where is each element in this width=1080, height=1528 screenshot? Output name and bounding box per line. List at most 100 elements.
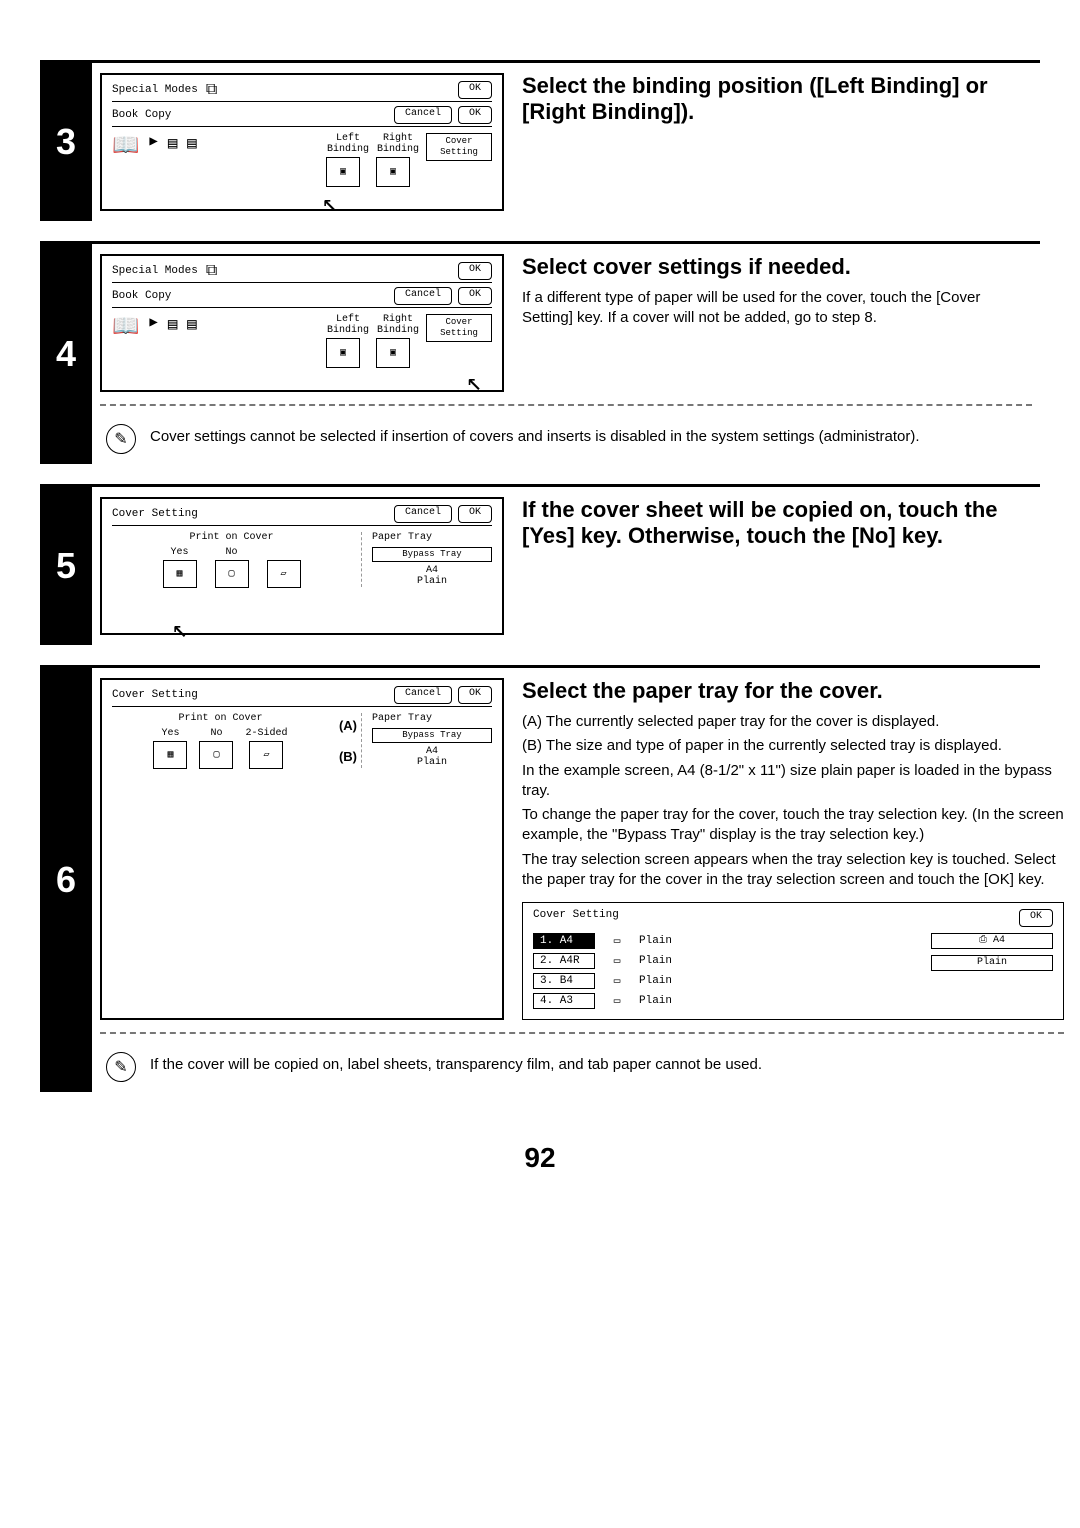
step-text: If a different type of paper will be use… <box>522 288 1032 329</box>
tray-icon: ▭ <box>609 994 625 1008</box>
arrow-icon: ▶ <box>145 314 161 331</box>
step-heading: Select the paper tray for the cover. <box>522 678 1064 704</box>
cursor-icon: ↖ <box>172 614 188 645</box>
bypass-tray-button[interactable]: Bypass Tray <box>372 547 492 562</box>
step-number: 3 <box>40 63 92 221</box>
tray-type: Plain <box>639 955 672 967</box>
paper-tray-label: Paper Tray <box>372 532 492 543</box>
sub-title: Book Copy <box>112 290 171 302</box>
ok-button[interactable]: OK <box>1019 909 1053 927</box>
plain-label: Plain <box>372 576 492 587</box>
screen-title: Cover Setting <box>112 689 198 701</box>
tray-icon: ▭ <box>609 974 625 988</box>
touchscreen-mock: Special Modes ⧉ OK Book Copy Cancel OK <box>100 73 504 211</box>
yes-button[interactable]: ▦ <box>163 560 197 588</box>
no-button[interactable]: ▢ <box>199 741 233 769</box>
cover-setting-button[interactable]: Cover Setting <box>426 133 492 161</box>
tray-icon: ▭ <box>609 934 625 948</box>
step-heading: Select cover settings if needed. <box>522 254 1032 280</box>
print-on-cover-label: Print on Cover <box>112 532 351 543</box>
no-label: No <box>199 728 233 739</box>
left-binding-button[interactable]: ▣ <box>326 157 360 187</box>
cursor-icon: ↖ <box>322 188 338 219</box>
tray-selection-screen: Cover Setting OK 1. A4 ▭ Plain <box>522 902 1064 1020</box>
modes-icon: ⧉ <box>206 81 217 99</box>
ok-button[interactable]: OK <box>458 262 492 280</box>
yes-label: Yes <box>153 728 187 739</box>
note-text: If the cover will be copied on, label sh… <box>150 1052 762 1073</box>
tray-row[interactable]: 2. A4R ▭ Plain <box>533 953 911 969</box>
annotation-a: (A) <box>339 718 357 733</box>
step-3: 3 Special Modes ⧉ OK Book Copy <box>40 60 1040 221</box>
cursor-icon: ↖ <box>466 367 482 398</box>
right-binding-button[interactable]: ▣ <box>376 338 410 368</box>
touchscreen-mock: Cover Setting Cancel OK Print on Cover <box>100 497 504 635</box>
a4-label: A4 <box>372 746 492 757</box>
step-text: In the example screen, A4 (8-1/2" x 11")… <box>522 761 1064 802</box>
cancel-button[interactable]: Cancel <box>394 505 452 523</box>
right-binding-label: Right Binding <box>376 133 420 155</box>
screen-title: Special Modes <box>112 84 198 96</box>
step-4: 4 Special Modes ⧉ OK Book Copy <box>40 241 1040 464</box>
ok-button[interactable]: OK <box>458 505 492 523</box>
tray-type: Plain <box>639 935 672 947</box>
preview-icon: ▱ <box>267 560 301 588</box>
two-sided-button[interactable]: ▱ <box>249 741 283 769</box>
ok-button[interactable]: OK <box>458 81 492 99</box>
ok-button[interactable]: OK <box>458 686 492 704</box>
cancel-button[interactable]: Cancel <box>394 287 452 305</box>
step-heading: If the cover sheet will be copied on, to… <box>522 497 1032 549</box>
selected-tray-display: ⎙ A4 <box>931 933 1053 949</box>
yes-label: Yes <box>163 547 197 558</box>
plain-label: Plain <box>372 757 492 768</box>
tray-type: Plain <box>639 975 672 987</box>
step-heading: Select the binding position ([Left Bindi… <box>522 73 1032 125</box>
step-6: 6 Cover Setting Cancel OK Print on Cover <box>40 665 1040 1092</box>
note-icon: ✎ <box>106 1052 136 1082</box>
selected-type-display: Plain <box>931 955 1053 971</box>
tray-row[interactable]: 1. A4 ▭ Plain <box>533 933 911 949</box>
tray-type: Plain <box>639 995 672 1007</box>
step-number: 5 <box>40 487 92 645</box>
touchscreen-mock: Special Modes ⧉ OK Book Copy Cancel OK <box>100 254 504 392</box>
screen-title: Special Modes <box>112 265 198 277</box>
touchscreen-mock: Cover Setting Cancel OK Print on Cover <box>100 678 504 1020</box>
tray-label: 2. A4R <box>533 953 595 969</box>
no-button[interactable]: ▢ <box>215 560 249 588</box>
left-binding-button[interactable]: ▣ <box>326 338 360 368</box>
step-text-b: (B) The size and type of paper in the cu… <box>522 736 1064 756</box>
modes-icon: ⧉ <box>206 262 217 280</box>
note-text: Cover settings cannot be selected if ins… <box>150 424 920 445</box>
tray-row[interactable]: 3. B4 ▭ Plain <box>533 973 911 989</box>
cancel-button[interactable]: Cancel <box>394 686 452 704</box>
cover-setting-button[interactable]: Cover Setting <box>426 314 492 342</box>
tray-label: 3. B4 <box>533 973 595 989</box>
step-number: 4 <box>40 244 92 464</box>
step-5: 5 Cover Setting Cancel OK Print on Cover <box>40 484 1040 645</box>
two-sided-label: 2-Sided <box>245 728 287 739</box>
page-number: 92 <box>40 1142 1040 1174</box>
cancel-button[interactable]: Cancel <box>394 106 452 124</box>
tray-row[interactable]: 4. A3 ▭ Plain <box>533 993 911 1009</box>
step-text: The tray selection screen appears when t… <box>522 850 1064 891</box>
tray-icon: ▭ <box>609 954 625 968</box>
book-icon: 📖 <box>112 133 139 159</box>
screen-title: Cover Setting <box>112 508 198 520</box>
pages-icon: ▤ ▤ <box>168 314 197 334</box>
left-binding-label: Left Binding <box>326 314 370 336</box>
right-binding-label: Right Binding <box>376 314 420 336</box>
annotation-b: (B) <box>339 749 357 764</box>
bypass-tray-button[interactable]: Bypass Tray <box>372 728 492 743</box>
right-binding-button[interactable]: ▣ <box>376 157 410 187</box>
tray-label: 1. A4 <box>533 933 595 949</box>
ok-button[interactable]: OK <box>458 106 492 124</box>
note-icon: ✎ <box>106 424 136 454</box>
tray-label: 4. A3 <box>533 993 595 1009</box>
ok-button[interactable]: OK <box>458 287 492 305</box>
step-number: 6 <box>40 668 92 1092</box>
yes-button[interactable]: ▦ <box>153 741 187 769</box>
paper-tray-label: Paper Tray <box>372 713 492 724</box>
page: 3 Special Modes ⧉ OK Book Copy <box>0 0 1080 1214</box>
tray-table-title: Cover Setting <box>533 909 619 927</box>
a4-label: A4 <box>372 565 492 576</box>
